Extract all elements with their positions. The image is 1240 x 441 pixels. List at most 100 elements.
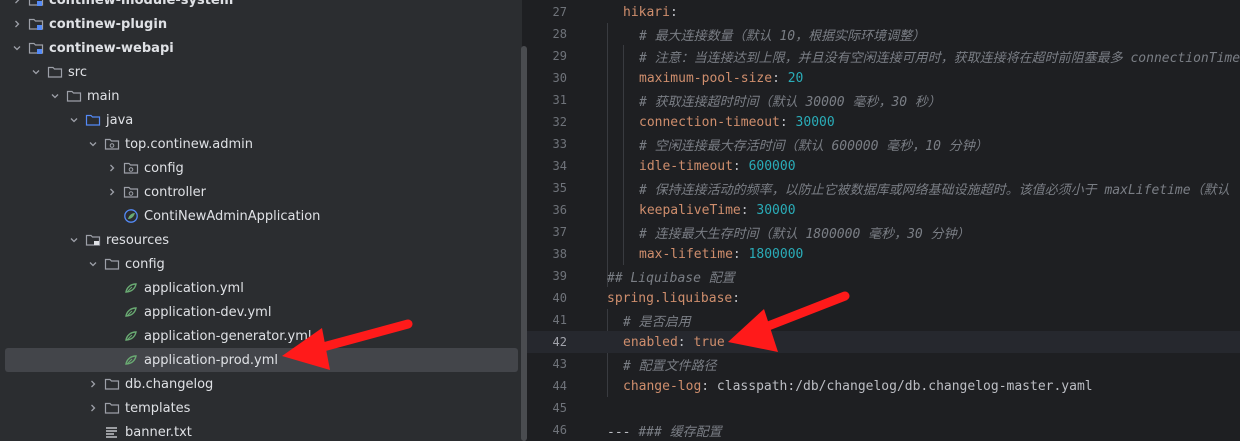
tree-item[interactable]: controller xyxy=(0,180,522,204)
code-text: keepaliveTime: 30000 xyxy=(639,203,796,218)
token-key: max-lifetime xyxy=(639,246,733,262)
token-key: connection-timeout xyxy=(639,114,780,130)
code-line[interactable]: 38 max-lifetime: 1800000 xyxy=(527,243,1240,265)
line-number: 41 xyxy=(552,313,567,327)
chevron-right-icon[interactable] xyxy=(105,161,119,175)
code-line[interactable]: 44 change-log: classpath:/db/changelog/db… xyxy=(527,375,1240,397)
tree-item-label: main xyxy=(87,88,120,104)
code-text: # 保持连接活动的频率，以防止它被数据库或网络基础设施超时。该值必须小于 max… xyxy=(639,179,1230,198)
tree-item[interactable]: db.changelog xyxy=(0,372,522,396)
tree-item[interactable]: resources xyxy=(0,228,522,252)
token-bool: true xyxy=(693,334,725,350)
tree-item[interactable]: application.yml xyxy=(0,276,522,300)
chevron-right-icon[interactable] xyxy=(86,377,100,391)
chevron-right-icon[interactable] xyxy=(10,0,24,7)
chevron-down-icon[interactable] xyxy=(29,65,43,79)
code-text: --- ### 缓存配置 xyxy=(607,421,722,440)
package-icon xyxy=(104,136,120,152)
tree-item[interactable]: config xyxy=(0,156,522,180)
tree-item[interactable]: ContiNewAdminApplication xyxy=(0,204,522,228)
code-line[interactable]: 46 --- ### 缓存配置 xyxy=(527,419,1240,441)
code-text: ## Liquibase 配置 xyxy=(607,267,735,286)
token-comment: # 连接最大生存时间（默认 1800000 毫秒，30 分钟） xyxy=(639,226,970,242)
code-line[interactable]: 36 keepaliveTime: 30000 xyxy=(527,199,1240,221)
chevron-right-icon[interactable] xyxy=(86,401,100,415)
tree-item[interactable]: continew-webapi xyxy=(0,36,522,60)
token-str: : xyxy=(779,114,796,130)
code-line[interactable]: 37 # 连接最大生存时间（默认 1800000 毫秒，30 分钟） xyxy=(527,221,1240,243)
code-line[interactable]: 40 spring.liquibase: xyxy=(527,287,1240,309)
tree-item[interactable]: templates xyxy=(0,396,522,420)
chevron-right-icon[interactable] xyxy=(105,185,119,199)
token-str: : xyxy=(669,4,678,20)
code-line[interactable]: 43 # 配置文件路径 xyxy=(527,353,1240,375)
code-text: # 连接最大生存时间（默认 1800000 毫秒，30 分钟） xyxy=(639,223,970,242)
tree-item-label: config xyxy=(144,160,184,176)
token-comment: # 最大连接数量（默认 10，根据实际环境调整） xyxy=(639,28,926,44)
code-line[interactable]: 33 # 空闲连接最大存活时间（默认 600000 毫秒，10 分钟） xyxy=(527,133,1240,155)
code-text: spring.liquibase: xyxy=(607,291,740,306)
tree-item[interactable]: main xyxy=(0,84,522,108)
code-text: # 是否启用 xyxy=(623,311,691,330)
tree-item[interactable]: java xyxy=(0,108,522,132)
chevron-down-icon[interactable] xyxy=(67,113,81,127)
token-key: enabled xyxy=(623,334,678,350)
line-number: 27 xyxy=(552,5,567,19)
chevron-down-icon[interactable] xyxy=(48,89,62,103)
chevron-down-icon[interactable] xyxy=(67,233,81,247)
code-line[interactable]: 29 # 注意：当连接达到上限，并且没有空闲连接可用时，获取连接将在超时前阻塞最多… xyxy=(527,45,1240,67)
tree-item-label: controller xyxy=(144,184,207,200)
code-line[interactable]: 28 # 最大连接数量（默认 10，根据实际环境调整） xyxy=(527,23,1240,45)
line-number: 33 xyxy=(552,137,567,151)
module-folder-icon xyxy=(28,16,44,32)
code-line[interactable]: 27 hikari: xyxy=(527,1,1240,23)
chevron-down-icon[interactable] xyxy=(86,257,100,271)
code-text: hikari: xyxy=(623,5,678,20)
code-line[interactable]: 41 # 是否启用 xyxy=(527,309,1240,331)
token-key: spring.liquibase xyxy=(607,290,733,306)
code-text: # 最大连接数量（默认 10，根据实际环境调整） xyxy=(639,25,925,44)
tree-item[interactable]: banner.txt xyxy=(0,420,522,441)
tree-item-label: application-generator.yml xyxy=(144,328,312,344)
token-str: : xyxy=(732,158,749,174)
code-line[interactable]: 34 idle-timeout: 600000 xyxy=(527,155,1240,177)
source-folder-icon xyxy=(85,112,101,128)
code-line[interactable]: 31 # 获取连接超时时间（默认 30000 毫秒，30 秒） xyxy=(527,89,1240,111)
chevron-down-icon[interactable] xyxy=(86,137,100,151)
tree-item[interactable]: continew-plugin xyxy=(0,12,522,36)
code-text: idle-timeout: 600000 xyxy=(639,159,796,174)
tree-item[interactable]: config xyxy=(0,252,522,276)
tree-item-label: ContiNewAdminApplication xyxy=(144,208,321,224)
line-number: 46 xyxy=(552,423,567,437)
current-code-line[interactable]: 42 enabled: true xyxy=(527,331,1240,353)
line-number: 36 xyxy=(552,203,567,217)
spring-class-icon xyxy=(123,208,139,224)
code-line[interactable]: 30 maximum-pool-size: 20 xyxy=(527,67,1240,89)
code-text: change-log: classpath:/db/changelog/db.c… xyxy=(623,379,1093,394)
chevron-down-icon[interactable] xyxy=(10,41,24,55)
spring-yaml-icon xyxy=(123,352,139,368)
token-val: 600000 xyxy=(748,158,796,174)
tree-item[interactable]: continew-module-system xyxy=(0,0,522,12)
code-line[interactable]: 39 ## Liquibase 配置 xyxy=(527,265,1240,287)
code-line[interactable]: 32 connection-timeout: 30000 xyxy=(527,111,1240,133)
code-text: connection-timeout: 30000 xyxy=(639,115,835,130)
code-text: enabled: true xyxy=(623,335,725,350)
token-comment: # 是否启用 xyxy=(623,314,691,330)
tree-item[interactable]: application-dev.yml xyxy=(0,300,522,324)
code-line[interactable]: 35 # 保持连接活动的频率，以防止它被数据库或网络基础设施超时。该值必须小于 m… xyxy=(527,177,1240,199)
folder-icon xyxy=(104,376,120,392)
chevron-right-icon[interactable] xyxy=(10,17,24,31)
tree-item[interactable]: top.continew.admin xyxy=(0,132,522,156)
code-editor[interactable]: 27 hikari: 28 # 最大连接数量（默认 10，根据实际环境调整） 29 # 注… xyxy=(527,0,1240,441)
token-str: : xyxy=(732,290,741,306)
tree-item[interactable]: src xyxy=(0,60,522,84)
code-line[interactable]: 45 xyxy=(527,397,1240,419)
code-text: maximum-pool-size: 20 xyxy=(639,71,803,86)
tree-item[interactable]: application-generator.yml xyxy=(0,324,522,348)
tree-item[interactable]: application-prod.yml xyxy=(5,348,518,372)
token-comment: # 保持连接活动的频率，以防止它被数据库或网络基础设施超时。该值必须小于 max… xyxy=(639,182,1230,198)
